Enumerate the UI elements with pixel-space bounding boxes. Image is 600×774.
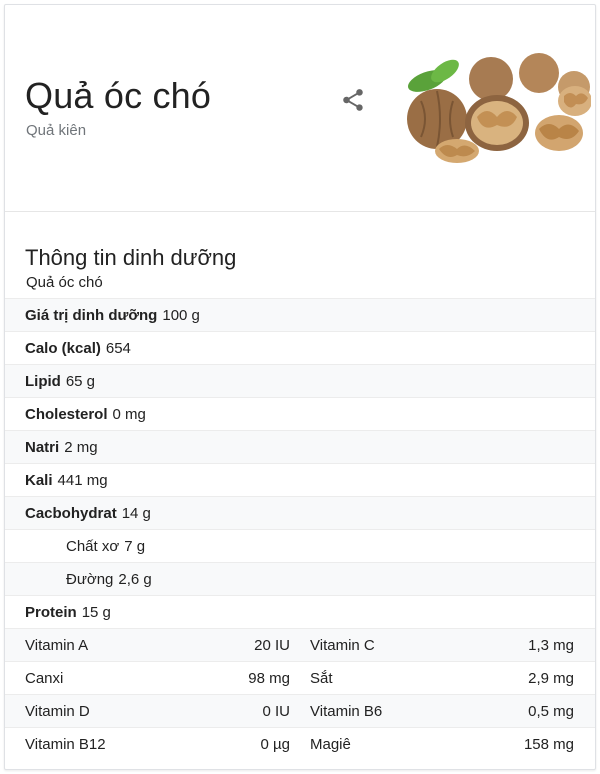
nutrient-label: Natri (25, 438, 60, 456)
nutrient-value: 15 g (81, 603, 111, 621)
vitamin-name: Magiê (310, 735, 351, 753)
vitamin-value: 0,5 mg (528, 702, 574, 720)
page-title: Quả óc chó (25, 75, 212, 116)
nutrient-label: Chất xơ (66, 537, 120, 555)
vitamin-value: 158 mg (523, 735, 574, 753)
vitamin-name: Vitamin A (25, 636, 89, 654)
nutrition-subtitle: Quả óc chó (26, 274, 103, 291)
vitamin-row: Vitamin A 20 IU Vitamin C 1,3 mg (5, 628, 595, 661)
table-row: Chất xơ 7 g (5, 529, 595, 562)
nutrient-value: 100 g (162, 306, 200, 324)
table-row: Giá trị dinh dưỡng 100 g (5, 298, 595, 331)
nutrient-label: Cacbohydrat (25, 504, 117, 522)
nutrient-value: 14 g (121, 504, 151, 522)
table-row: Kali 441 mg (5, 463, 595, 496)
nutrition-table: Giá trị dinh dưỡng 100 g Calo (kcal) 654… (5, 298, 595, 760)
vitamin-name: Vitamin C (310, 636, 375, 654)
vitamin-name: Vitamin D (25, 702, 90, 720)
vitamin-value: 98 mg (248, 669, 290, 687)
nutrient-label: Kali (25, 471, 53, 489)
vitamin-row: Vitamin B12 0 µg Magiê 158 mg (5, 727, 595, 760)
knowledge-panel: Quả óc chó Quả kiên Thông tin dinh dưỡng… (4, 4, 596, 770)
table-row: Đường 2,6 g (5, 562, 595, 595)
vitamin-value: 0 µg (260, 735, 291, 753)
vitamin-name: Vitamin B6 (310, 702, 383, 720)
page-subtitle: Quả kiên (26, 122, 87, 139)
nutrient-label: Calo (kcal) (25, 339, 101, 357)
nutrient-label: Cholesterol (25, 405, 108, 423)
nutrient-label: Giá trị dinh dưỡng (25, 306, 158, 324)
table-row: Calo (kcal) 654 (5, 331, 595, 364)
nutrient-label: Protein (25, 603, 77, 621)
nutrient-value: 654 (105, 339, 131, 357)
vitamin-value: 0 IU (262, 702, 290, 720)
nutrient-value: 7 g (124, 537, 146, 555)
vitamin-value: 1,3 mg (528, 636, 574, 654)
nutrient-value: 2 mg (64, 438, 98, 456)
table-row: Cholesterol 0 mg (5, 397, 595, 430)
table-row: Cacbohydrat 14 g (5, 496, 595, 529)
vitamin-name: Sắt (310, 669, 333, 687)
share-button[interactable] (337, 84, 369, 116)
vitamin-row: Vitamin D 0 IU Vitamin B6 0,5 mg (5, 694, 595, 727)
vitamin-value: 2,9 mg (528, 669, 574, 687)
vitamin-row: Canxi 98 mg Sắt 2,9 mg (5, 661, 595, 694)
vitamin-name: Vitamin B12 (25, 735, 106, 753)
nutrient-label: Lipid (25, 372, 61, 390)
nutrient-value: 0 mg (112, 405, 146, 423)
walnut-image[interactable] (399, 51, 591, 167)
table-row: Protein 15 g (5, 595, 595, 628)
vitamin-name: Canxi (25, 669, 64, 687)
share-icon (343, 89, 363, 111)
nutrient-value: 2,6 g (118, 570, 152, 588)
nutrient-value: 65 g (65, 372, 96, 390)
nutrient-value: 441 mg (57, 471, 108, 489)
table-row: Lipid 65 g (5, 364, 595, 397)
panel-header: Quả óc chó Quả kiên (5, 5, 595, 212)
table-row: Natri 2 mg (5, 430, 595, 463)
nutrition-title: Thông tin dinh dưỡng (25, 245, 237, 270)
nutrient-label: Đường (66, 570, 114, 588)
vitamin-value: 20 IU (254, 636, 290, 654)
